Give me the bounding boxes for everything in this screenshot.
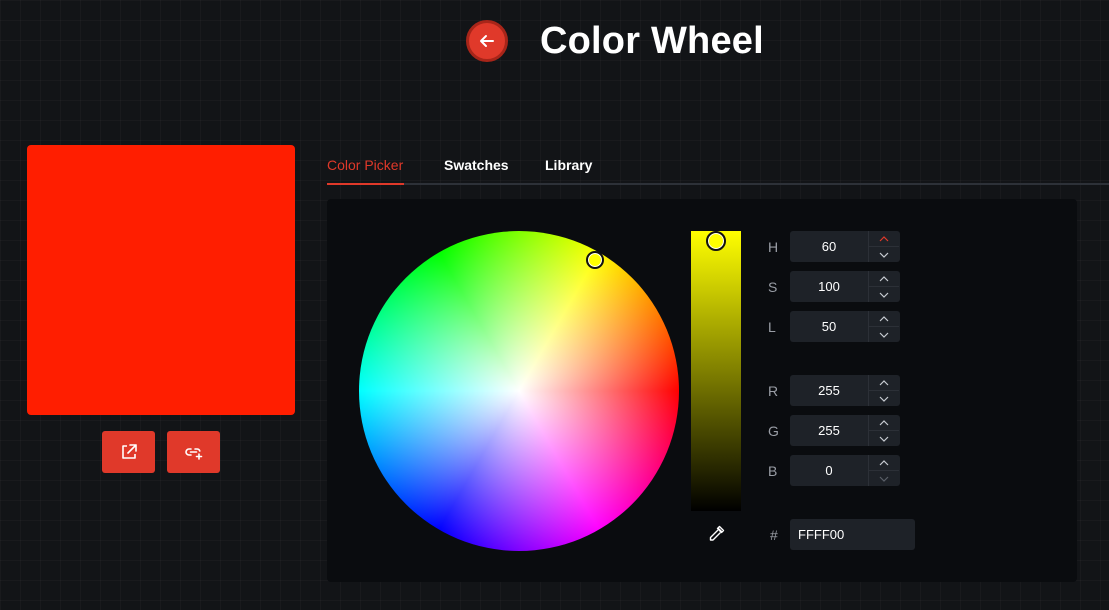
label-r: R xyxy=(768,383,779,399)
share-icon xyxy=(121,444,137,459)
share-button[interactable] xyxy=(102,431,155,473)
tab-bar: Color Picker Swatches Library xyxy=(327,146,1109,185)
red-value[interactable]: 255 xyxy=(790,375,868,406)
saturation-input[interactable]: 100 xyxy=(790,271,900,302)
hue-value[interactable]: 60 xyxy=(790,231,868,262)
chevron-up-icon xyxy=(879,379,889,385)
chevron-up-icon xyxy=(879,459,889,465)
lightness-value[interactable]: 50 xyxy=(790,311,868,342)
decrement-button[interactable] xyxy=(869,430,899,446)
blue-value[interactable]: 0 xyxy=(790,455,868,486)
color-preview-swatch xyxy=(27,145,295,415)
hue-spinner xyxy=(868,231,899,262)
blue-input[interactable]: 0 xyxy=(790,455,900,486)
label-g: G xyxy=(768,423,779,439)
red-spinner xyxy=(868,375,899,406)
color-wheel[interactable] xyxy=(359,231,679,551)
lightness-slider[interactable] xyxy=(691,231,741,511)
eyedropper-icon[interactable] xyxy=(707,525,725,543)
decrement-button[interactable] xyxy=(869,326,899,342)
label-b: B xyxy=(768,463,778,479)
label-h: H xyxy=(768,239,779,255)
chevron-down-icon xyxy=(879,396,889,402)
chevron-up-icon xyxy=(879,315,889,321)
hue-input[interactable]: 60 xyxy=(790,231,900,262)
chevron-up-icon xyxy=(879,275,889,281)
header: Color Wheel xyxy=(466,18,764,64)
tab-library[interactable]: Library xyxy=(545,157,592,173)
page-title: Color Wheel xyxy=(540,19,764,62)
hex-input[interactable] xyxy=(790,519,915,550)
decrement-button[interactable] xyxy=(869,286,899,302)
saturation-value[interactable]: 100 xyxy=(790,271,868,302)
link-button[interactable] xyxy=(167,431,220,473)
arrow-left-icon xyxy=(480,35,494,47)
increment-button[interactable] xyxy=(869,311,899,326)
decrement-button[interactable] xyxy=(869,470,899,486)
green-input[interactable]: 255 xyxy=(790,415,900,446)
chevron-down-icon xyxy=(879,292,889,298)
chevron-down-icon xyxy=(879,476,889,482)
tab-color-picker[interactable]: Color Picker xyxy=(327,157,403,173)
saturation-spinner xyxy=(868,271,899,302)
increment-button[interactable] xyxy=(869,271,899,286)
back-button[interactable] xyxy=(466,20,508,62)
label-s: S xyxy=(768,279,778,295)
chevron-down-icon xyxy=(879,332,889,338)
lightness-spinner xyxy=(868,311,899,342)
green-value[interactable]: 255 xyxy=(790,415,868,446)
decrement-button[interactable] xyxy=(869,390,899,406)
slider-handle[interactable] xyxy=(706,231,726,251)
blue-spinner xyxy=(868,455,899,486)
increment-button[interactable] xyxy=(869,231,899,246)
chevron-up-icon xyxy=(879,235,889,241)
wheel-handle[interactable] xyxy=(586,251,604,269)
increment-button[interactable] xyxy=(869,375,899,390)
hex-label: # xyxy=(770,527,778,543)
chevron-up-icon xyxy=(879,419,889,425)
chevron-down-icon xyxy=(879,252,889,258)
increment-button[interactable] xyxy=(869,455,899,470)
red-input[interactable]: 255 xyxy=(790,375,900,406)
increment-button[interactable] xyxy=(869,415,899,430)
label-l: L xyxy=(768,319,776,335)
link-add-icon xyxy=(184,448,202,460)
chevron-down-icon xyxy=(879,436,889,442)
green-spinner xyxy=(868,415,899,446)
lightness-input[interactable]: 50 xyxy=(790,311,900,342)
decrement-button[interactable] xyxy=(869,246,899,262)
active-tab-indicator xyxy=(327,183,404,185)
color-picker-panel: H 60 S 100 L 50 R 255 G 255 B 0 # FFFF00 xyxy=(327,199,1077,582)
tab-swatches[interactable]: Swatches xyxy=(444,157,509,173)
